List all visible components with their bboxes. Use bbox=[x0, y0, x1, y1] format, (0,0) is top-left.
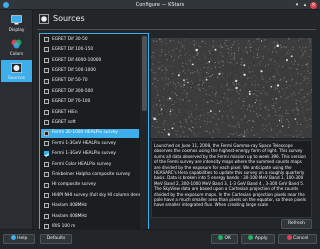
sidebar-item-display[interactable]: Display bbox=[1, 12, 32, 34]
help-label: Help bbox=[17, 236, 28, 241]
window-title: Configure — KStars bbox=[135, 2, 185, 8]
source-checkbox[interactable] bbox=[44, 161, 49, 167]
survey-preview-image bbox=[151, 38, 312, 138]
source-checkbox[interactable] bbox=[44, 151, 49, 157]
sidebar-item-sources[interactable]: Sources bbox=[1, 60, 32, 82]
cancel-button[interactable]: Cancel bbox=[278, 234, 317, 244]
list-item[interactable]: EGRET soft bbox=[41, 118, 139, 127]
display-icon bbox=[11, 15, 22, 25]
header-divider bbox=[37, 29, 316, 30]
help-icon bbox=[10, 235, 16, 240]
source-label: EGRET Dif 50-70 bbox=[52, 78, 88, 84]
close-icon[interactable]: × bbox=[310, 1, 317, 9]
source-label: Fermi 30-1000 HEALPix survey bbox=[52, 130, 118, 136]
list-item[interactable]: EGRET Dif 70-100 bbox=[41, 97, 139, 106]
list-item[interactable]: EGRET Dif 500-1000 bbox=[41, 66, 139, 75]
apply-label: Apply bbox=[254, 236, 268, 241]
list-item[interactable]: HI4PI NHI survey (full sky HI column den… bbox=[41, 191, 143, 200]
source-label: EGRET Dif 500-1000 bbox=[52, 67, 96, 73]
sidebar-item-label: Display bbox=[8, 28, 25, 33]
sources-icon bbox=[11, 63, 22, 73]
source-checkbox[interactable] bbox=[44, 99, 49, 105]
ok-label: OK bbox=[224, 236, 232, 241]
refresh-button[interactable]: Refresh bbox=[281, 219, 312, 229]
source-checkbox[interactable] bbox=[44, 172, 49, 178]
list-scrollbar[interactable] bbox=[140, 35, 148, 229]
maximize-icon[interactable]: ▴ bbox=[302, 2, 308, 8]
source-checkbox[interactable] bbox=[44, 109, 49, 115]
source-label: EGRET soft bbox=[52, 119, 76, 125]
survey-description: Launched on June 11, 2008, the Fermi Gam… bbox=[151, 140, 312, 218]
minimize-icon[interactable]: ▾ bbox=[294, 2, 300, 8]
dialog-footer: Help Defaults OK Apply Cancel bbox=[0, 230, 320, 249]
source-checkbox[interactable] bbox=[44, 213, 49, 219]
source-checkbox[interactable] bbox=[44, 78, 49, 84]
source-label: Fermi Color HEALPix survey bbox=[52, 161, 112, 167]
source-label: HI composite survey bbox=[52, 182, 96, 188]
description-text: Launched on June 11, 2008, the Fermi Gam… bbox=[154, 143, 307, 208]
source-label: Fermi 1-3GeV HEALPix survey bbox=[52, 140, 116, 146]
ok-button[interactable]: OK bbox=[211, 234, 238, 244]
page-title: Sources bbox=[53, 14, 85, 23]
source-checkbox[interactable] bbox=[44, 68, 49, 74]
source-label: EGRET HiEn bbox=[52, 109, 78, 115]
list-item[interactable]: Fermi Color HEALPix survey bbox=[41, 160, 139, 169]
source-checkbox[interactable] bbox=[44, 193, 49, 198]
list-item[interactable]: Finkbeiner Halpha composite survey bbox=[41, 170, 139, 179]
source-checkbox[interactable] bbox=[44, 141, 49, 146]
source-checkbox[interactable] bbox=[44, 89, 49, 94]
source-checkbox[interactable] bbox=[44, 182, 49, 188]
sidebar-item-label: Sources bbox=[8, 76, 25, 81]
source-checkbox[interactable] bbox=[44, 57, 49, 63]
list-item[interactable]: Fermi 30-1000 HEALPix survey bbox=[41, 128, 139, 138]
source-checkbox[interactable] bbox=[44, 130, 49, 136]
defaults-button[interactable]: Defaults bbox=[40, 234, 72, 244]
list-item[interactable]: HI composite survey bbox=[41, 181, 139, 190]
list-item[interactable]: EGRET HiEn bbox=[41, 108, 139, 117]
source-checkbox[interactable] bbox=[44, 120, 49, 126]
list-item[interactable]: Fermi 1-3GeV HEALPix survey bbox=[41, 149, 139, 158]
source-label: EGRET Dif 100-150 bbox=[52, 47, 94, 53]
help-button[interactable]: Help bbox=[3, 234, 35, 244]
window-titlebar: Configure — KStars ▾ ▴ × bbox=[0, 0, 320, 10]
scrollbar-thumb[interactable] bbox=[141, 36, 147, 111]
ok-icon bbox=[218, 235, 223, 240]
list-item[interactable]: EGRET Dif 4000-10000 bbox=[41, 56, 139, 65]
source-label: Fermi 1-3GeV HEALPix survey bbox=[52, 151, 116, 157]
source-label: Haslam 408MHz bbox=[52, 213, 87, 219]
source-label: Finkbeiner Halpha composite survey bbox=[52, 171, 131, 177]
source-label: EGRET Dif 30-50 bbox=[52, 36, 88, 42]
source-checkbox[interactable] bbox=[44, 203, 49, 209]
source-checkbox[interactable] bbox=[44, 37, 49, 42]
sources-header-icon bbox=[39, 14, 49, 24]
colors-icon bbox=[11, 39, 22, 49]
list-item[interactable]: EGRET Dif 30-50 bbox=[41, 35, 139, 44]
source-checkbox[interactable] bbox=[44, 47, 49, 53]
list-item[interactable]: Haslam 408MHz bbox=[41, 212, 139, 221]
sidebar-item-colors[interactable]: Colors bbox=[1, 36, 32, 58]
apply-icon bbox=[248, 235, 254, 240]
list-item[interactable]: Fermi 1-3GeV HEALPix survey bbox=[41, 139, 139, 148]
sidebar-item-label: Colors bbox=[9, 52, 24, 57]
source-label: HI4PI NHI survey (full sky HI column den… bbox=[52, 192, 143, 198]
source-label: EGRET Dif 4000-10000 bbox=[52, 57, 102, 63]
list-item[interactable]: Haslam 408MHz bbox=[41, 201, 139, 210]
source-label: Haslam 408MHz bbox=[52, 203, 87, 209]
list-item[interactable]: EGRET Dif 50-70 bbox=[41, 77, 139, 86]
source-label: EGRET Dif 70-100 bbox=[52, 99, 91, 105]
cancel-label: Cancel bbox=[293, 236, 309, 241]
list-item[interactable]: EGRET Dif 100-150 bbox=[41, 45, 139, 54]
config-sidebar: Display Colors Sources bbox=[0, 10, 33, 229]
source-label: EGRET Dif 300-500 bbox=[52, 88, 94, 94]
cancel-icon bbox=[286, 235, 292, 240]
source-list[interactable]: EGRET Dif 30-50 EGRET Dif 100-150 EGRET Di… bbox=[39, 33, 149, 231]
list-item[interactable]: EGRET Dif 300-500 bbox=[41, 87, 139, 96]
apply-button[interactable]: Apply bbox=[241, 234, 275, 244]
